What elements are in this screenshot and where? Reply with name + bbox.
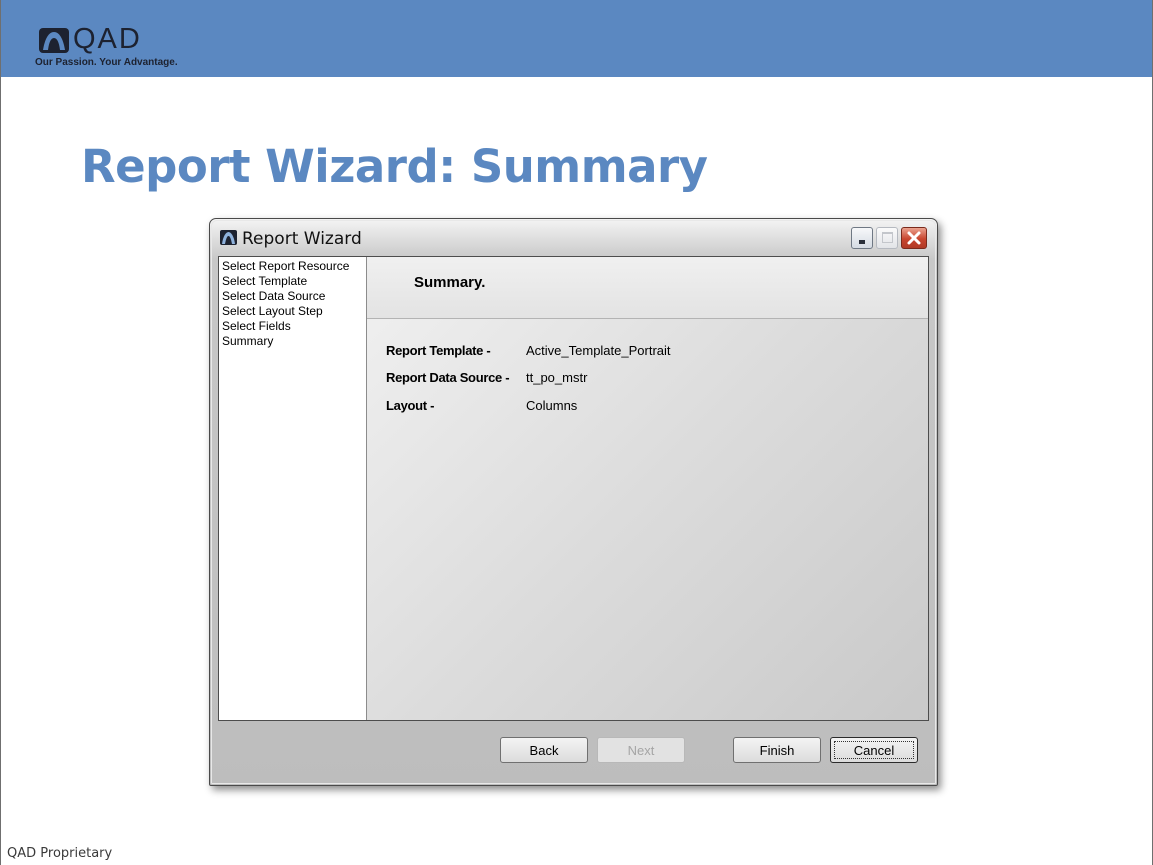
window-title: Report Wizard — [242, 229, 362, 249]
back-button[interactable]: Back — [500, 737, 588, 763]
step-item-select-report-resource[interactable]: Select Report Resource — [222, 259, 366, 274]
step-item-select-template[interactable]: Select Template — [222, 274, 366, 289]
summary-value: tt_po_mstr — [526, 370, 588, 385]
slide: QAD Our Passion. Your Advantage. Report … — [0, 0, 1153, 865]
finish-button[interactable]: Finish — [733, 737, 821, 763]
close-button[interactable] — [901, 227, 927, 249]
summary-value: Active_Template_Portrait — [526, 343, 671, 358]
maximize-button[interactable] — [876, 227, 898, 249]
qad-logo: QAD Our Passion. Your Advantage. — [29, 23, 189, 69]
qad-logo-icon — [39, 28, 69, 53]
summary-panel: Summary. Report Template - Active_Templa… — [367, 257, 928, 720]
summary-label: Report Template - — [386, 343, 491, 358]
header-banner: QAD Our Passion. Your Advantage. — [1, 0, 1152, 77]
summary-label: Layout - — [386, 398, 435, 413]
next-button[interactable]: Next — [597, 737, 685, 763]
panel-header: Summary. — [367, 257, 928, 319]
summary-label: Report Data Source - — [386, 370, 510, 385]
window-titlebar[interactable]: Report Wizard — [210, 219, 937, 255]
cancel-button[interactable]: Cancel — [830, 737, 918, 763]
summary-value: Columns — [526, 398, 578, 413]
qad-window-icon — [220, 230, 237, 245]
step-item-select-fields[interactable]: Select Fields — [222, 319, 366, 334]
step-item-select-layout-step[interactable]: Select Layout Step — [222, 304, 366, 319]
report-wizard-window: Report Wizard Select Report Resource Sel… — [209, 218, 938, 786]
close-icon — [907, 231, 921, 245]
slide-title: Report Wizard: Summary — [81, 140, 708, 193]
minimize-button[interactable] — [851, 227, 873, 249]
step-item-select-data-source[interactable]: Select Data Source — [222, 289, 366, 304]
logo-tagline: Our Passion. Your Advantage. — [35, 57, 178, 68]
maximize-icon — [882, 232, 893, 243]
wizard-steps-list: Select Report Resource Select Template S… — [219, 257, 367, 720]
footer-text: QAD Proprietary — [7, 846, 113, 861]
step-item-summary[interactable]: Summary — [222, 334, 366, 349]
wizard-content: Select Report Resource Select Template S… — [218, 256, 929, 721]
panel-heading: Summary. — [414, 274, 486, 291]
minimize-icon — [859, 240, 865, 244]
logo-wordmark: QAD — [73, 23, 142, 55]
